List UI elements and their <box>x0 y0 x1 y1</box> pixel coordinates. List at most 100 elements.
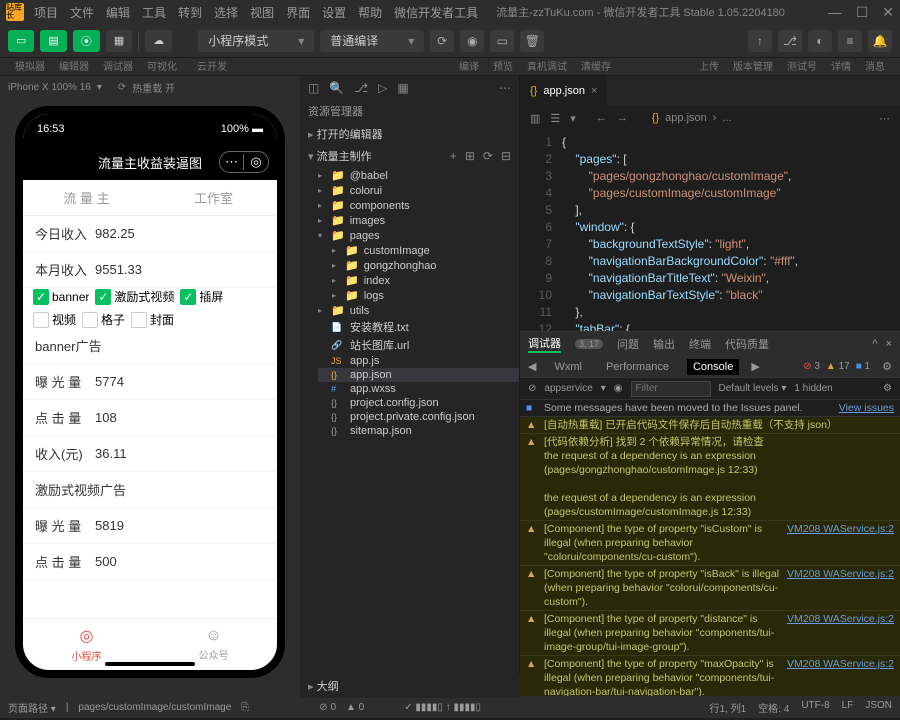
tree-images[interactable]: ▸📁images <box>318 213 519 228</box>
minimize-icon[interactable]: — <box>828 4 842 21</box>
search-icon[interactable]: 🔍 <box>329 81 344 95</box>
menu-设置[interactable]: 设置 <box>316 2 352 23</box>
checkbox-banner[interactable]: ✓banner <box>33 289 89 305</box>
tree-app.js[interactable]: JSapp.js <box>318 354 519 368</box>
capsule[interactable]: ⋯◎ <box>219 151 269 173</box>
maximize-icon[interactable]: ☐ <box>856 4 869 21</box>
panel-max-icon[interactable]: ^ <box>872 338 877 350</box>
status-item[interactable]: JSON <box>865 700 892 715</box>
test-btn[interactable]: ◐ <box>808 30 832 52</box>
tree-app.json[interactable]: {}app.json <box>318 368 519 382</box>
tree-components[interactable]: ▸📁components <box>318 198 519 213</box>
menu-选择[interactable]: 选择 <box>208 2 244 23</box>
new-file-icon[interactable]: + <box>450 149 457 163</box>
context-select[interactable]: appservice <box>544 383 592 394</box>
sim-toggle[interactable]: ▭ <box>8 30 34 52</box>
compile-select[interactable]: 普通编译 <box>320 30 424 52</box>
branch-icon[interactable]: ⎇ <box>354 81 368 95</box>
visual-toggle[interactable]: ▦ <box>106 30 132 52</box>
menu-帮助[interactable]: 帮助 <box>352 2 388 23</box>
path-label[interactable]: 页面路径 ▾ <box>8 700 56 715</box>
menu-项目[interactable]: 项目 <box>28 2 64 23</box>
cloud-dev[interactable]: ☁ <box>145 30 172 52</box>
tree-@babel[interactable]: ▸📁@babel <box>318 168 519 183</box>
explorer-split-icon[interactable]: ◫ <box>308 81 319 95</box>
panel-close-icon[interactable]: × <box>886 338 892 350</box>
menu-视图[interactable]: 视图 <box>244 2 280 23</box>
tree-app.wxss[interactable]: #app.wxss <box>318 382 519 396</box>
upload-btn[interactable]: ↑ <box>748 30 772 52</box>
current-path[interactable]: pages/customImage/customImage <box>78 702 231 713</box>
clear-cache-btn[interactable]: 🗑 <box>520 30 544 52</box>
tree-gongzhonghao[interactable]: ▸📁gongzhonghao <box>318 258 519 273</box>
panel-tab-problems[interactable]: 问题 <box>617 336 639 352</box>
status-item[interactable]: 行1, 列1 <box>710 700 747 715</box>
compile-btn[interactable]: ⟳ <box>430 30 454 52</box>
checkbox-格子[interactable]: 格子 <box>82 311 125 328</box>
tree-project.config.json[interactable]: {}project.config.json <box>318 396 519 410</box>
panel-tab-quality[interactable]: 代码质量 <box>725 336 769 352</box>
panel-tab-terminal[interactable]: 终端 <box>689 336 711 352</box>
tab-flow[interactable]: 流 量 主 <box>23 180 150 215</box>
version-btn[interactable]: ⎇ <box>778 30 802 52</box>
checkbox-视频[interactable]: 视频 <box>33 311 76 328</box>
phone-simulator[interactable]: 16:53 100% ▬ 流量主收益装逼图 ⋯◎ 流 量 主工作室 今日收入98… <box>15 106 285 678</box>
extensions-icon[interactable]: ▦ <box>397 81 408 95</box>
outline-section[interactable]: 大纲 <box>300 674 520 696</box>
close-tab-icon[interactable]: × <box>591 85 597 97</box>
menu-文件[interactable]: 文件 <box>64 2 100 23</box>
more-icon[interactable]: ⋯ <box>499 81 511 95</box>
editor-tab-appjson[interactable]: {}app.json× <box>520 76 607 106</box>
debug-toggle[interactable]: ⦿ <box>73 30 100 52</box>
new-folder-icon[interactable]: ⊞ <box>465 149 475 163</box>
status-item[interactable]: UTF-8 <box>801 700 829 715</box>
checkbox-插屏[interactable]: ✓插屏 <box>180 288 223 305</box>
console-clear-icon[interactable]: ⊘ <box>528 383 536 394</box>
menu-工具[interactable]: 工具 <box>136 2 172 23</box>
collapse-icon[interactable]: ⊟ <box>501 149 511 163</box>
refresh-icon[interactable]: ⟳ <box>483 149 493 163</box>
status-item[interactable]: LF <box>842 700 854 715</box>
tab-studio[interactable]: 工作室 <box>150 180 277 215</box>
menu-微信开发者工具[interactable]: 微信开发者工具 <box>388 2 484 23</box>
editor-more-icon[interactable]: ⋯ <box>879 112 890 125</box>
checkbox-封面[interactable]: 封面 <box>131 311 174 328</box>
devtab-wxml[interactable]: Wxml <box>548 359 588 375</box>
project-section[interactable]: 流量主制作 <box>308 148 372 164</box>
open-editors-section[interactable]: 打开的编辑器 <box>300 122 519 146</box>
console-filter-input[interactable] <box>631 381 711 397</box>
detail-btn[interactable]: ≡ <box>838 30 862 52</box>
preview-btn[interactable]: ◉ <box>460 30 484 52</box>
mode-select[interactable]: 小程序模式 <box>198 30 314 52</box>
tree-utils[interactable]: ▸📁utils <box>318 303 519 318</box>
devtab-performance[interactable]: Performance <box>600 359 675 375</box>
tree-customImage[interactable]: ▸📁customImage <box>318 243 519 258</box>
menu-界面[interactable]: 界面 <box>280 2 316 23</box>
list-icon[interactable]: ☰ <box>550 112 560 125</box>
tree-站长图库.url[interactable]: 🔗站长图库.url <box>318 336 519 354</box>
editor-toggle[interactable]: ▤ <box>40 30 66 52</box>
tree-index[interactable]: ▸📁index <box>318 273 519 288</box>
menu-编辑[interactable]: 编辑 <box>100 2 136 23</box>
remote-debug-btn[interactable]: ▭ <box>490 30 514 52</box>
tree-colorui[interactable]: ▸📁colorui <box>318 183 519 198</box>
split-editor-icon[interactable]: ▥ <box>530 112 540 125</box>
debug-icon[interactable]: ▷ <box>378 81 387 95</box>
console-settings-icon[interactable]: ⚙ <box>883 383 892 394</box>
devtools-settings-icon[interactable]: ⚙ <box>882 360 892 373</box>
tree-安装教程.txt[interactable]: 📄安装教程.txt <box>318 318 519 336</box>
levels-select[interactable]: Default levels ▾ <box>719 383 787 394</box>
status-item[interactable]: 空格: 4 <box>758 700 789 715</box>
checkbox-激励式视频[interactable]: ✓激励式视频 <box>95 288 174 305</box>
panel-tab-output[interactable]: 输出 <box>653 336 675 352</box>
tree-logs[interactable]: ▸📁logs <box>318 288 519 303</box>
devtab-console[interactable]: Console <box>687 359 739 375</box>
tree-pages[interactable]: ▾📁pages <box>318 228 519 243</box>
close-icon[interactable]: ✕ <box>882 4 894 21</box>
msg-btn[interactable]: 🔔 <box>868 30 892 52</box>
tree-sitemap.json[interactable]: {}sitemap.json <box>318 424 519 438</box>
panel-tab-debugger[interactable]: 调试器 <box>528 335 561 353</box>
copy-path-icon[interactable]: ⎘ <box>241 702 249 713</box>
device-select[interactable]: iPhone X 100% 16 <box>8 82 91 93</box>
menu-转到[interactable]: 转到 <box>172 2 208 23</box>
